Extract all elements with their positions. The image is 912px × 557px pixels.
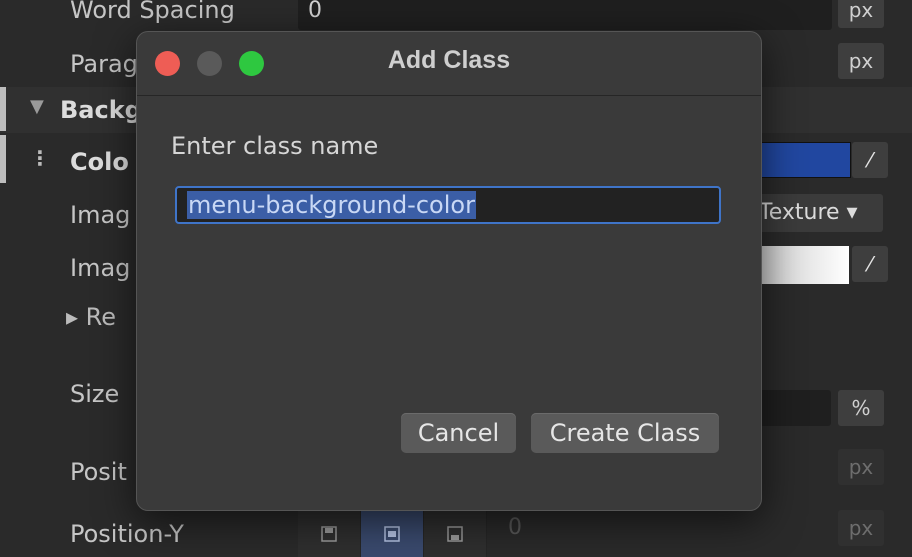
background-section-label: Backg [60,96,142,124]
cancel-button[interactable]: Cancel [401,413,516,453]
section-indicator [0,87,6,131]
repeat-toggle[interactable]: ▸ Re [66,303,116,331]
gradient-swatch[interactable] [755,246,849,284]
color-swatch[interactable] [755,142,851,178]
image-gradient-label: Imag [70,254,131,282]
position-y-alignment-group [298,510,487,557]
class-name-prompt: Enter class name [171,132,379,160]
position-y-label: Position-Y [70,520,184,548]
word-spacing-input[interactable]: 0 [298,0,832,30]
add-class-dialog: Add Class Enter class name menu-backgrou… [136,31,762,511]
class-name-value: menu-background-color [187,191,476,219]
collapse-triangle-icon[interactable]: ▼ [30,96,44,117]
create-class-button[interactable]: Create Class [531,413,719,453]
dialog-title: Add Class [387,46,511,74]
position-x-label: Posit [70,458,127,486]
class-name-input[interactable]: menu-background-color [175,186,721,224]
image-label: Imag [70,201,131,229]
paragraph-label: Parag [70,50,138,78]
dialog-titlebar[interactable]: Add Class [137,32,761,96]
size-input[interactable] [755,390,831,426]
color-row-indicator [0,135,6,183]
word-spacing-value: 0 [308,0,322,23]
color-label: Colo [70,148,129,176]
word-spacing-unit[interactable]: px [838,0,884,28]
position-y-unit[interactable]: px [838,510,884,546]
position-y-value[interactable]: 0 [508,515,522,540]
eyedropper-icon[interactable]: ⁄ [852,142,888,178]
align-top-icon[interactable] [298,510,361,557]
image-type-dropdown[interactable]: Texture ▾ [755,194,883,232]
align-center-icon[interactable] [361,510,424,557]
size-label: Size [70,380,120,408]
align-bottom-icon[interactable] [424,510,487,557]
word-spacing-label: Word Spacing [70,0,235,24]
paragraph-unit[interactable]: px [838,43,884,79]
position-x-unit[interactable]: px [838,449,884,485]
eyedropper-icon[interactable]: ⁄ [852,246,888,282]
size-unit[interactable]: % [838,390,884,426]
drag-handle-icon[interactable]: ⋮ [30,146,50,170]
